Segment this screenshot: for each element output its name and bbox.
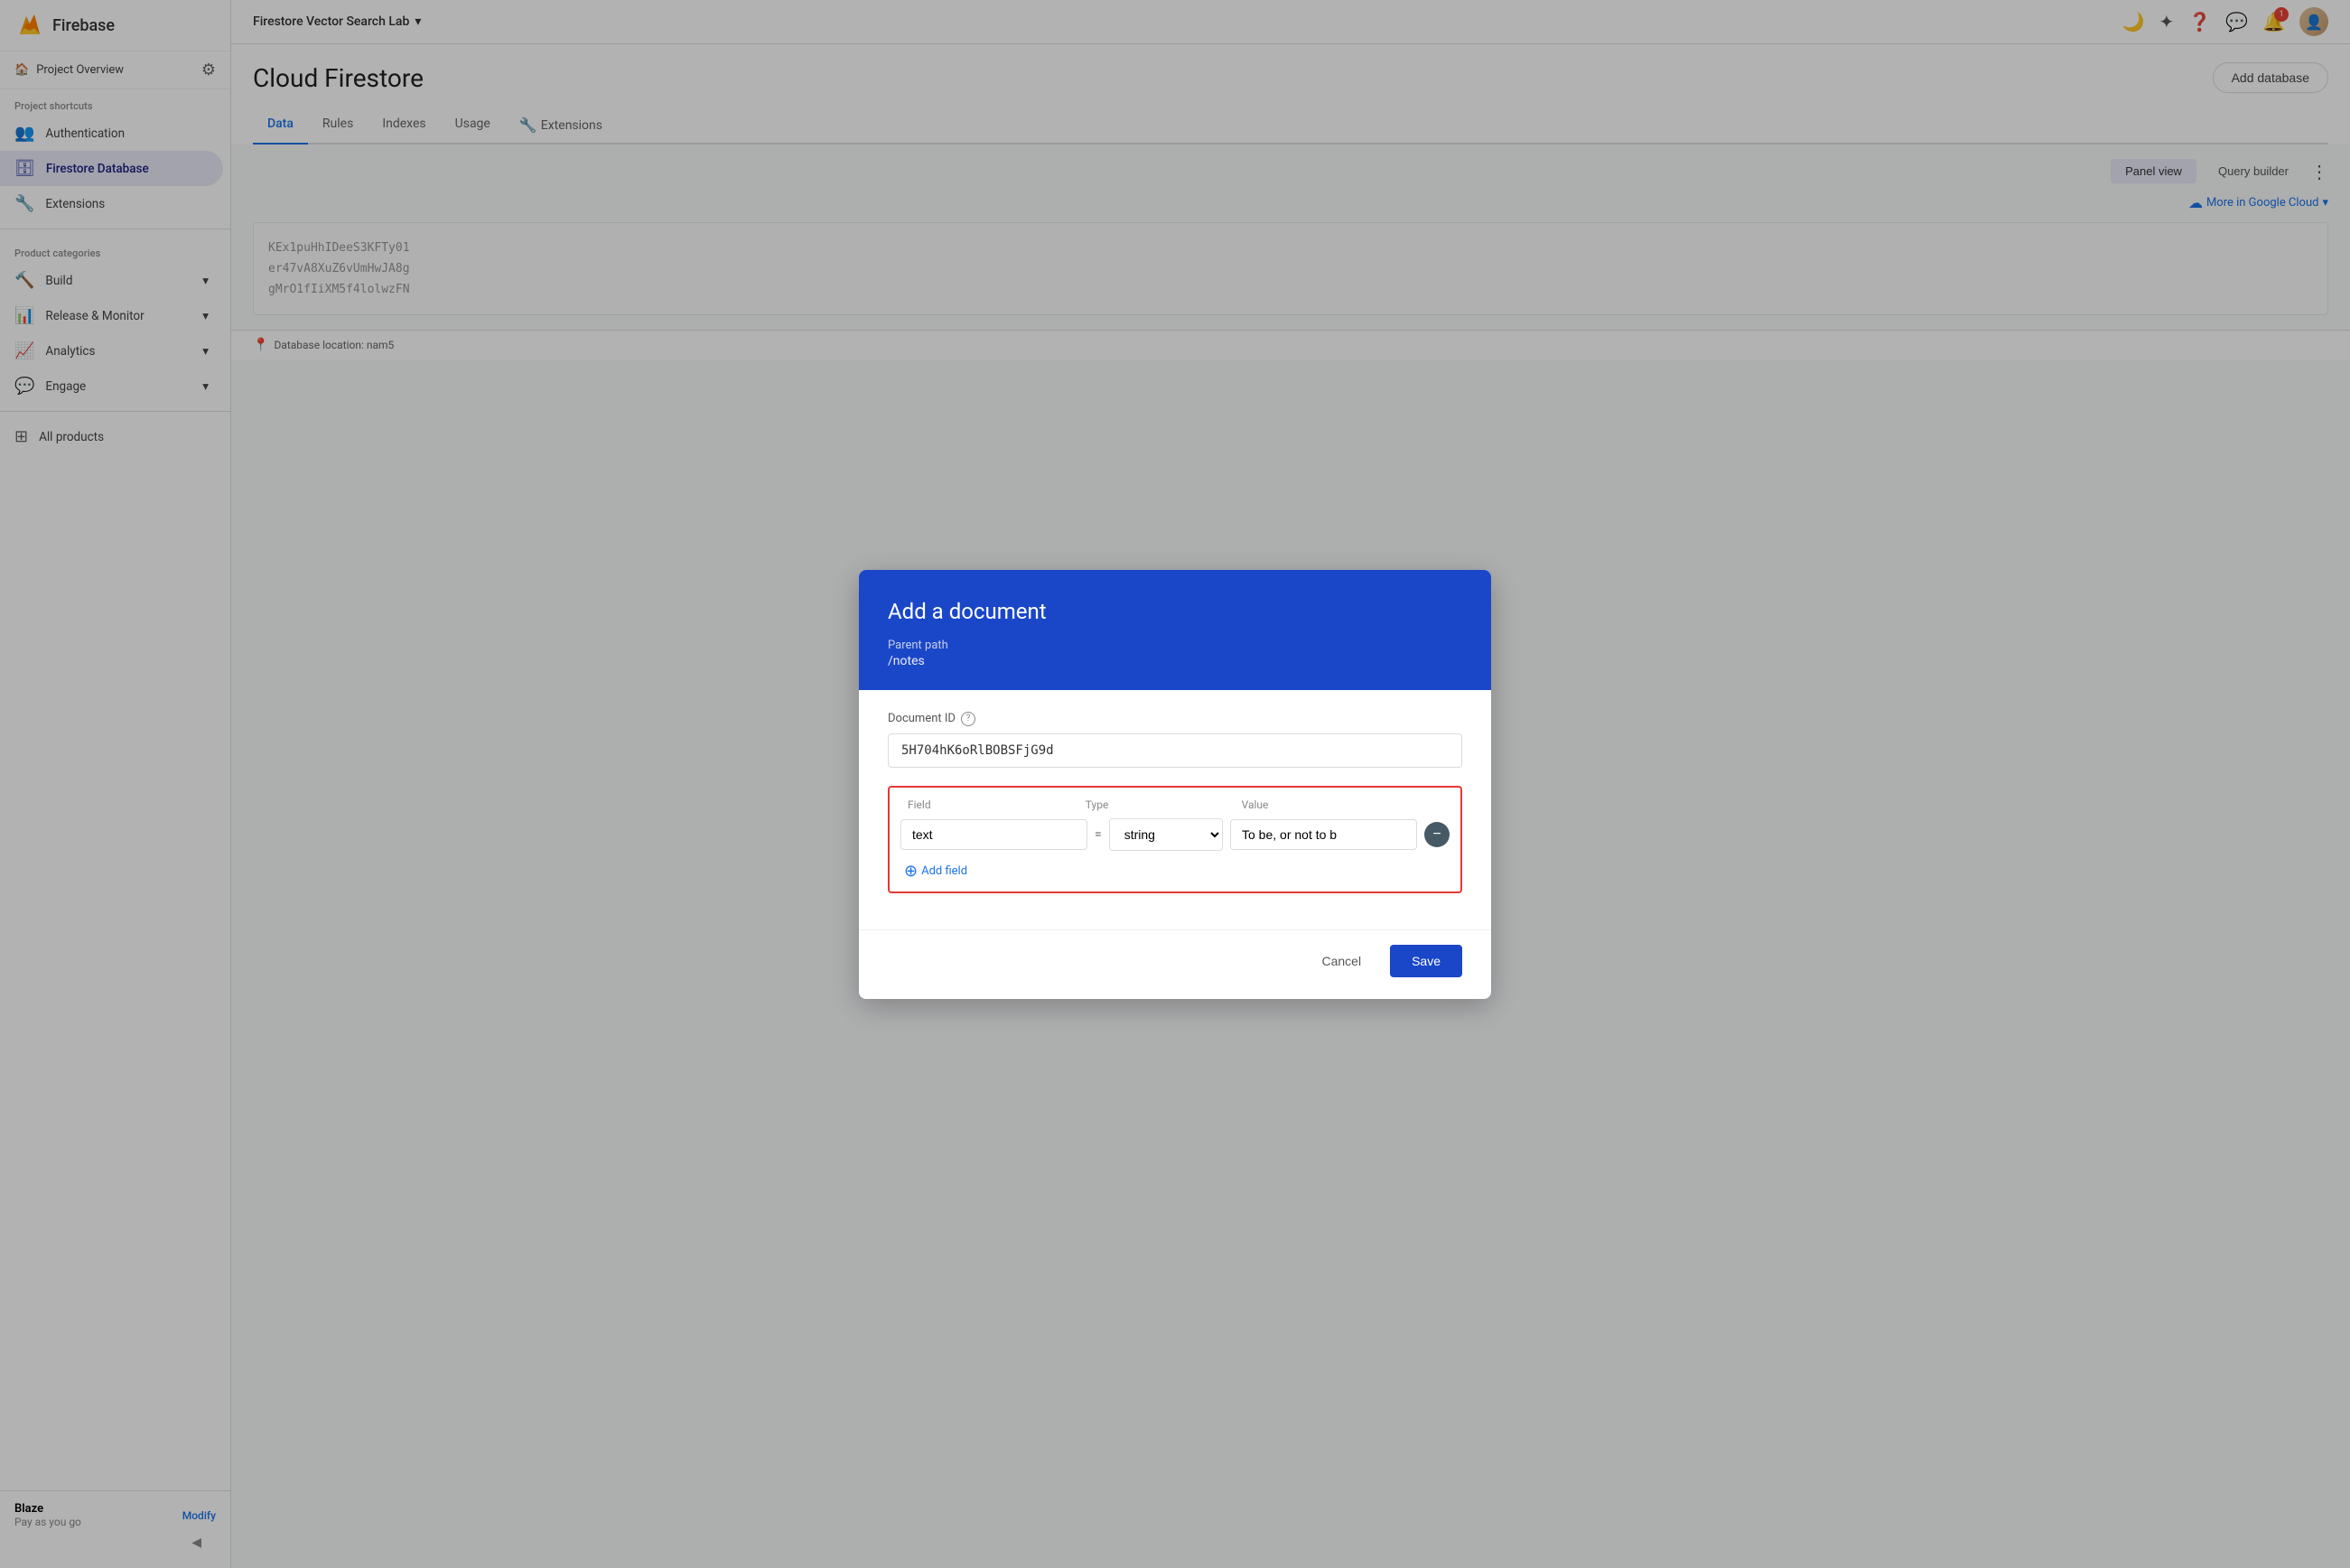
dialog-overlay[interactable]: Add a document Parent path /notes Docume… (0, 0, 2350, 1568)
value-col-header: Value (1242, 798, 1450, 811)
doc-id-row: Document ID ? (888, 712, 1462, 726)
fields-section: Field Type Value = string number boolean… (888, 786, 1462, 893)
minus-icon: − (1432, 826, 1441, 843)
doc-id-help-icon[interactable]: ? (961, 712, 975, 726)
dialog-body: Document ID ? Field Type Value = string (859, 690, 1491, 929)
doc-id-input[interactable] (888, 733, 1462, 768)
cancel-button[interactable]: Cancel (1303, 945, 1379, 977)
add-field-button[interactable]: ⊕ Add field (904, 862, 1450, 881)
fields-header: Field Type Value (900, 798, 1450, 811)
add-field-label: Add field (921, 864, 967, 878)
doc-id-label: Document ID (888, 712, 956, 725)
parent-path-value: /notes (888, 654, 1462, 668)
remove-field-button[interactable]: − (1424, 822, 1450, 847)
field-entry-0: = string number boolean map array null t… (900, 818, 1450, 851)
type-select[interactable]: string number boolean map array null tim… (1109, 818, 1223, 851)
dialog-header: Add a document Parent path /notes (859, 570, 1491, 690)
field-name-input[interactable] (900, 819, 1087, 850)
field-value-input[interactable] (1230, 819, 1417, 850)
dialog-title: Add a document (888, 599, 1462, 624)
save-button[interactable]: Save (1390, 945, 1462, 977)
add-document-dialog: Add a document Parent path /notes Docume… (859, 570, 1491, 999)
add-field-icon: ⊕ (904, 862, 918, 881)
field-col-header: Field (908, 798, 1064, 811)
dialog-footer: Cancel Save (859, 929, 1491, 999)
parent-path-label: Parent path (888, 639, 1462, 652)
type-col-header: Type (1086, 798, 1242, 811)
equals-sign: = (1095, 827, 1102, 842)
